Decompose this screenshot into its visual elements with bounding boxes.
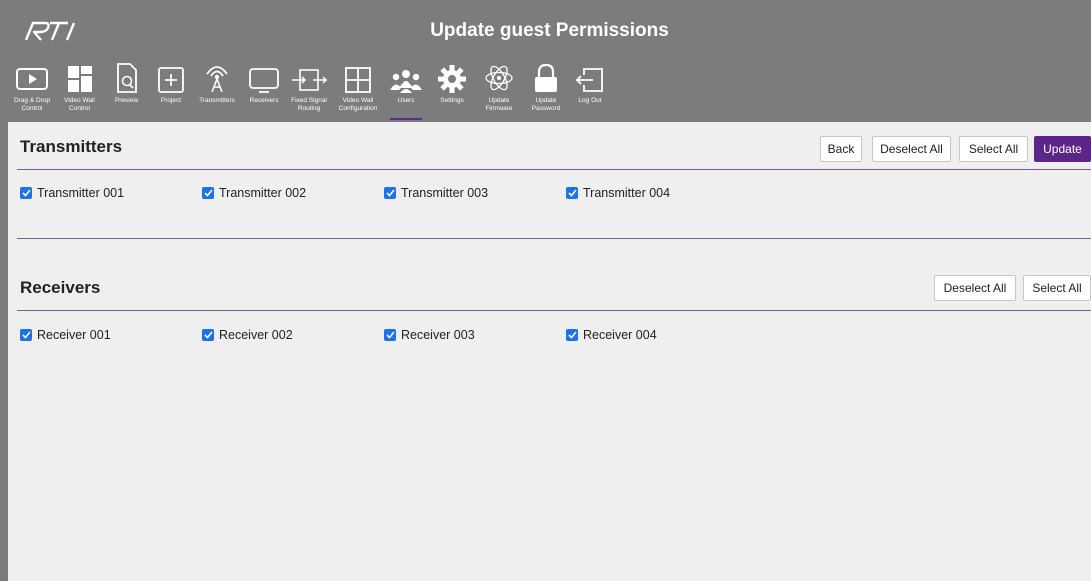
checkbox-receiver-001[interactable]: Receiver 001: [20, 328, 111, 342]
receivers-deselect-all-button[interactable]: Deselect All: [934, 275, 1016, 301]
nav-item-settings[interactable]: Settings: [428, 54, 476, 122]
nav-label: Settings: [440, 97, 464, 104]
receivers-title: Receivers: [20, 278, 101, 297]
page-title: Update guest Permissions: [430, 20, 669, 41]
lock-icon: [533, 54, 559, 94]
routing-arrows-icon: [291, 54, 327, 94]
checkbox-transmitter-004[interactable]: Transmitter 004: [566, 186, 670, 200]
receivers-select-all-button[interactable]: Select All: [1023, 275, 1091, 301]
window-left-edge: [0, 0, 8, 581]
nav-label: Transmitters: [199, 97, 235, 104]
checked-icon: [566, 329, 578, 341]
checked-icon: [202, 187, 214, 199]
gear-icon: [437, 54, 467, 94]
nav-label: Fixed Signal Routing: [291, 97, 327, 112]
nav-item-update-password[interactable]: Update Password: [522, 54, 570, 122]
nav-label: Preview: [114, 97, 139, 104]
nav-label: Users: [397, 97, 415, 104]
document-search-icon: [115, 54, 139, 94]
checkbox-label: Transmitter 003: [401, 186, 489, 200]
checked-icon: [384, 329, 396, 341]
checkbox-label: Receiver 003: [401, 328, 475, 342]
nav-label: Video Wall Control: [64, 97, 95, 112]
checkbox-label: Transmitter 004: [583, 186, 671, 200]
nav-label: Receivers: [249, 97, 279, 104]
active-tab-indicator: [390, 118, 422, 120]
grid-icon: [344, 54, 372, 94]
nav-item-video-wall-configuration[interactable]: Video Wall Configuration: [332, 54, 384, 122]
broadcast-antenna-icon: [202, 54, 232, 94]
checked-icon: [20, 187, 32, 199]
nav-label: Update Firmware: [485, 97, 513, 112]
transmitters-select-all-button[interactable]: Select All: [959, 136, 1028, 162]
logout-icon: [575, 54, 605, 94]
nav-item-preview[interactable]: Preview: [103, 54, 150, 122]
transmitters-section: Transmitters Back Deselect All Select Al…: [8, 122, 1091, 242]
nav-item-fixed-signal-routing[interactable]: Fixed Signal Routing: [286, 54, 332, 122]
section-divider: [17, 238, 1091, 239]
checkbox-label: Receiver 004: [583, 328, 657, 342]
checkbox-transmitter-002[interactable]: Transmitter 002: [202, 186, 306, 200]
checkbox-receiver-002[interactable]: Receiver 002: [202, 328, 293, 342]
checkbox-label: Receiver 002: [219, 328, 293, 342]
nav-item-users[interactable]: Users: [384, 54, 428, 122]
section-divider: [17, 169, 1091, 170]
nav-label: Log Out: [578, 97, 602, 104]
checkbox-transmitter-001[interactable]: Transmitter 001: [20, 186, 124, 200]
users-icon: [389, 54, 423, 94]
checkbox-label: Transmitter 002: [219, 186, 307, 200]
transmitters-title: Transmitters: [20, 137, 123, 156]
main-nav: Drag & Drop Control Video Wall Control P…: [8, 54, 610, 122]
plus-box-icon: [157, 54, 185, 94]
nav-label: Video Wall Configuration: [338, 97, 378, 112]
nav-label: Drag & Drop Control: [13, 97, 51, 112]
nav-item-receivers[interactable]: Receivers: [242, 54, 286, 122]
atom-icon: [484, 54, 514, 94]
section-divider: [17, 310, 1091, 311]
transmitters-deselect-all-button[interactable]: Deselect All: [872, 136, 951, 162]
nav-label: Update Password: [531, 97, 561, 112]
checkbox-label: Transmitter 001: [37, 186, 125, 200]
checkbox-transmitter-003[interactable]: Transmitter 003: [384, 186, 488, 200]
nav-item-update-firmware[interactable]: Update Firmware: [476, 54, 522, 122]
update-button[interactable]: Update: [1034, 136, 1091, 162]
back-button[interactable]: Back: [820, 136, 862, 162]
nav-item-drag-drop-control[interactable]: Drag & Drop Control: [8, 54, 56, 122]
checked-icon: [566, 187, 578, 199]
checked-icon: [20, 329, 32, 341]
checked-icon: [384, 187, 396, 199]
video-wall-tiles-icon: [66, 54, 94, 94]
play-screen-icon: [15, 54, 49, 94]
receivers-section: Receivers Deselect All Select All Receiv…: [8, 242, 1091, 581]
nav-label: Project: [160, 97, 182, 104]
app-window: Update guest Permissions Drag & Drop Con…: [8, 0, 1091, 581]
top-header: Update guest Permissions Drag & Drop Con…: [8, 0, 1091, 122]
monitor-icon: [248, 54, 280, 94]
nav-item-project[interactable]: Project: [150, 54, 192, 122]
checkbox-label: Receiver 001: [37, 328, 111, 342]
checked-icon: [202, 329, 214, 341]
checkbox-receiver-003[interactable]: Receiver 003: [384, 328, 475, 342]
nav-item-transmitters[interactable]: Transmitters: [192, 54, 242, 122]
checkbox-receiver-004[interactable]: Receiver 004: [566, 328, 657, 342]
nav-item-log-out[interactable]: Log Out: [570, 54, 610, 122]
nav-item-video-wall-control[interactable]: Video Wall Control: [56, 54, 103, 122]
